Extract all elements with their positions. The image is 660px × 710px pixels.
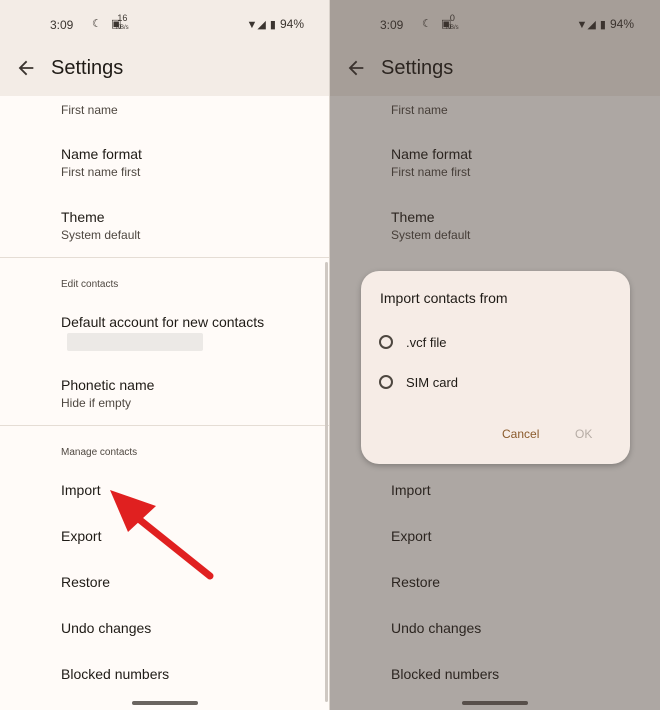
redacted-account [67,333,203,351]
item-subtitle: First name [61,103,118,117]
battery-percent: 94% [279,17,304,31]
app-bar: Settings [0,42,330,96]
radio-button[interactable] [379,375,393,389]
ok-button[interactable]: OK [575,427,592,441]
settings-item-blocked-numbers[interactable]: Blocked numbers [61,666,169,682]
item-title: Import [61,482,101,498]
item-title: Default account for new contacts [61,314,265,330]
section-header-manage-contacts: Manage contacts [61,447,138,458]
divider [0,257,330,258]
option-label: .vcf file [406,334,447,350]
settings-item-default-account[interactable]: Default account for new contacts [61,314,264,330]
settings-item-undo-changes[interactable]: Undo changes [61,620,151,636]
settings-item-import[interactable]: Import [61,482,101,498]
back-arrow-icon[interactable] [15,57,37,79]
item-title: Name format [61,146,142,162]
cancel-button[interactable]: Cancel [502,427,539,441]
radio-button[interactable] [379,335,393,349]
settings-item-export[interactable]: Export [61,528,101,544]
settings-item-partial[interactable]: First name [61,100,118,117]
section-header-edit-contacts: Edit contacts [61,279,119,290]
scrollbar[interactable] [325,262,328,702]
option-label: SIM card [406,374,459,390]
divider [0,425,330,426]
status-right: ▼◢ ▮ 94% [247,17,304,31]
item-subtitle: System default [61,228,141,242]
settings-item-name-format[interactable]: Name format First name first [61,146,142,179]
wifi-icon: ▼◢ [246,19,266,31]
network-speed: 16 KB/s [116,13,129,32]
dialog-title: Import contacts from [380,290,508,306]
annotation-arrow-icon [110,490,214,580]
item-title: Restore [61,574,111,590]
moon-icon: ☾ [92,18,105,30]
item-subtitle: First name first [61,165,141,179]
settings-screen-left: 3:09 ☾ ▣ 16 KB/s ▼◢ ▮ 94% Settings First na… [0,0,330,710]
option-sim-card[interactable]: SIM card [379,371,458,393]
battery-icon: ▮ [269,19,276,31]
item-subtitle: Hide if empty [61,396,132,410]
item-title: Export [61,528,102,544]
page-title: Settings [51,57,124,79]
gesture-nav-bar[interactable] [132,701,198,705]
item-title: Undo changes [61,620,152,636]
status-time: 3:09 [50,18,74,32]
settings-screen-right: 3:09 ☾ ▣ 0 KB/s ▼◢ ▮ 94% Settings First nam… [330,0,660,710]
item-title: Theme [61,209,105,225]
option-vcf-file[interactable]: .vcf file [379,331,446,353]
settings-item-restore[interactable]: Restore [61,574,110,590]
settings-item-theme[interactable]: Theme System default [61,209,140,242]
item-title: Blocked numbers [61,666,170,682]
settings-item-phonetic-name[interactable]: Phonetic name Hide if empty [61,377,154,410]
item-title: Phonetic name [61,377,155,393]
import-dialog: Import contacts from .vcf file SIM card … [361,271,630,464]
